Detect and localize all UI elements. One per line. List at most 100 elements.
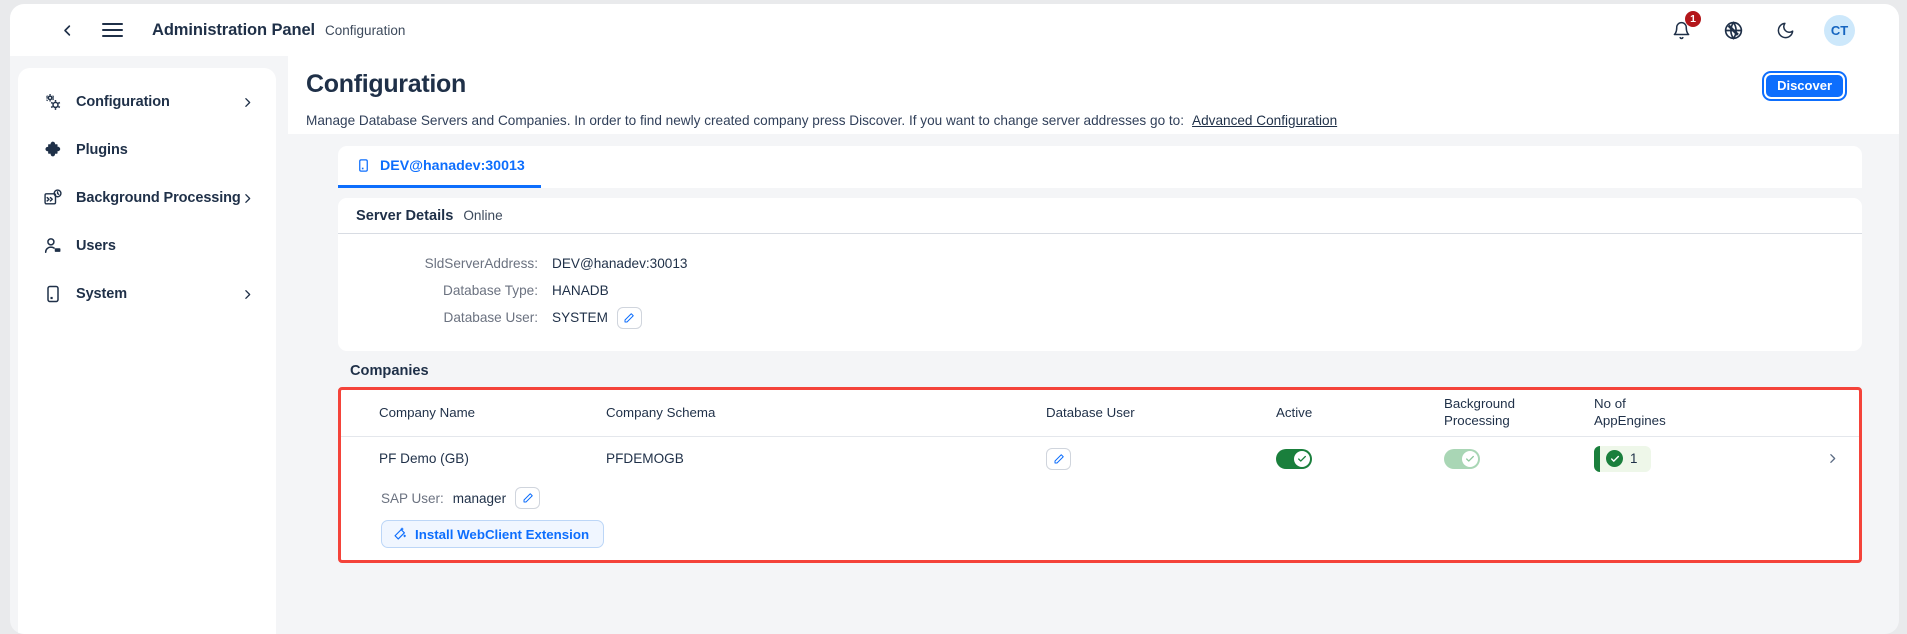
sidebar-item-label: Configuration	[76, 94, 170, 110]
companies-table: Company Name Company Schema Database Use…	[338, 387, 1862, 563]
detail-row-database-user: Database User: SYSTEM	[338, 304, 1862, 331]
check-icon	[1466, 455, 1474, 462]
sidebar-item-configuration[interactable]: Configuration	[32, 82, 262, 122]
server-tabs: DEV@hanadev:30013	[338, 146, 1862, 188]
discover-button[interactable]: Discover	[1766, 75, 1843, 97]
toggle-knob	[1294, 450, 1310, 467]
content-area: DEV@hanadev:30013 Server Details Online …	[285, 146, 1899, 563]
sap-user-row: SAP User: manager	[381, 484, 1859, 512]
sidebar-item-system[interactable]: System	[32, 274, 262, 314]
main-content: Configuration Manage Database Servers an…	[285, 56, 1899, 634]
column-appengines-line1: No of	[1594, 396, 1626, 412]
sap-user-label: SAP User:	[381, 490, 444, 506]
page-description: Manage Database Servers and Companies. I…	[306, 113, 1899, 128]
sidebar-item-background-processing[interactable]: Background Processing	[32, 178, 262, 218]
toggle-knob	[1462, 450, 1478, 467]
column-company-schema: Company Schema	[606, 404, 716, 420]
topbar-actions: 1 CT	[1668, 11, 1855, 46]
notification-badge: 1	[1685, 11, 1701, 27]
edit-sap-user-button[interactable]	[515, 487, 541, 509]
active-toggle[interactable]	[1276, 448, 1312, 469]
cell-company-name: PF Demo (GB)	[379, 451, 469, 466]
puzzle-piece-icon	[42, 139, 64, 161]
user-icon	[42, 235, 64, 257]
detail-value-text: HANADB	[552, 283, 609, 298]
pencil-icon	[624, 312, 635, 322]
sidebar-item-label: Users	[76, 238, 116, 254]
company-details: SAP User: manager Install WebClient Exte…	[341, 480, 1859, 560]
appengines-count: 1	[1630, 451, 1638, 466]
sidebar-item-label: Plugins	[76, 142, 128, 158]
theme-toggle-button[interactable]	[1772, 17, 1798, 43]
chevron-right-icon	[241, 192, 254, 205]
hamburger-bar	[102, 35, 123, 38]
page-description-text: Manage Database Servers and Companies. I…	[306, 113, 1185, 128]
check-circle-icon	[1606, 450, 1623, 467]
breadcrumb: Configuration	[325, 22, 406, 38]
detail-value: DEV@hanadev:30013	[552, 256, 688, 271]
pencil-icon	[1054, 453, 1064, 463]
server-status: Online	[463, 208, 503, 223]
detail-row-database-type: Database Type: HANADB	[338, 277, 1862, 304]
detail-label: SldServerAddress:	[424, 256, 538, 271]
tab-dev-hanadev-30013[interactable]: DEV@hanadev:30013	[338, 146, 541, 188]
moon-icon	[1777, 22, 1793, 38]
companies-title: Companies	[350, 363, 429, 379]
server-details-header: Server Details Online	[338, 198, 1862, 234]
notifications-button[interactable]: 1	[1668, 11, 1701, 43]
globe-icon	[1724, 20, 1742, 40]
sidebar-item-label: Background Processing	[76, 190, 241, 206]
companies-table-header: Company Name Company Schema Database Use…	[341, 390, 1859, 437]
chevron-right-icon	[241, 288, 254, 301]
advanced-configuration-link[interactable]: Advanced Configuration	[1192, 113, 1337, 128]
cell-database-user	[1046, 447, 1276, 470]
page-title: Configuration	[306, 70, 466, 98]
column-bg-line1: Background	[1444, 396, 1515, 412]
companies-section: Companies Company Name Company Schema Da…	[285, 363, 1899, 563]
hamburger-bar	[102, 28, 123, 32]
sidebar: Configuration Plugins Background Process…	[18, 68, 276, 634]
check-icon	[1610, 455, 1619, 462]
page-header: Configuration Manage Database Servers an…	[288, 56, 1899, 134]
row-expand-button[interactable]	[1744, 452, 1859, 465]
detail-value-text: SYSTEM	[552, 310, 608, 325]
cell-background-processing	[1444, 448, 1594, 469]
edit-database-user-button[interactable]	[616, 306, 642, 329]
cell-company-schema: PFDEMOGB	[606, 451, 684, 466]
avatar[interactable]: CT	[1824, 14, 1855, 46]
check-icon	[1298, 455, 1306, 462]
sidebar-item-users[interactable]: Users	[32, 226, 262, 266]
column-background-processing: Background Processing	[1444, 396, 1594, 429]
server-details-title: Server Details	[356, 207, 454, 224]
install-button-label: Install WebClient Extension	[415, 526, 590, 542]
appengines-badge[interactable]: 1	[1594, 445, 1652, 472]
sap-user-value: manager	[452, 490, 507, 506]
column-active: Active	[1276, 404, 1313, 420]
back-button[interactable]	[54, 17, 80, 43]
table-row[interactable]: PF Demo (GB) PFDEMOGB 1	[341, 437, 1859, 480]
pencil-icon	[523, 493, 533, 503]
server-details-body: SldServerAddress: DEV@hanadev:30013 Data…	[338, 234, 1862, 351]
column-database-user: Database User	[1046, 404, 1135, 420]
server-details-panel: Server Details Online SldServerAddress: …	[338, 198, 1862, 351]
detail-value-text: DEV@hanadev:30013	[552, 256, 688, 271]
column-appengines: No of AppEngines	[1594, 396, 1744, 429]
install-webclient-extension-button[interactable]: Install WebClient Extension	[381, 520, 605, 548]
edit-company-database-user-button[interactable]	[1046, 447, 1071, 470]
device-icon	[42, 283, 64, 305]
column-appengines-line2: AppEngines	[1594, 413, 1666, 428]
hamburger-bar	[102, 22, 123, 25]
chevron-left-icon	[63, 24, 70, 36]
sidebar-item-plugins[interactable]: Plugins	[32, 130, 262, 170]
background-processing-toggle[interactable]	[1444, 448, 1480, 469]
sidebar-item-label: System	[76, 286, 127, 302]
magic-wand-icon	[393, 527, 407, 541]
detail-label: Database Type:	[443, 283, 538, 298]
chevron-right-icon	[1830, 454, 1836, 463]
cell-appengines: 1	[1594, 445, 1744, 472]
background-tasks-icon	[42, 187, 64, 209]
chevron-right-icon	[241, 96, 254, 109]
menu-toggle-button[interactable]	[102, 17, 128, 43]
detail-value: SYSTEM	[552, 306, 642, 329]
language-button[interactable]	[1720, 17, 1746, 43]
